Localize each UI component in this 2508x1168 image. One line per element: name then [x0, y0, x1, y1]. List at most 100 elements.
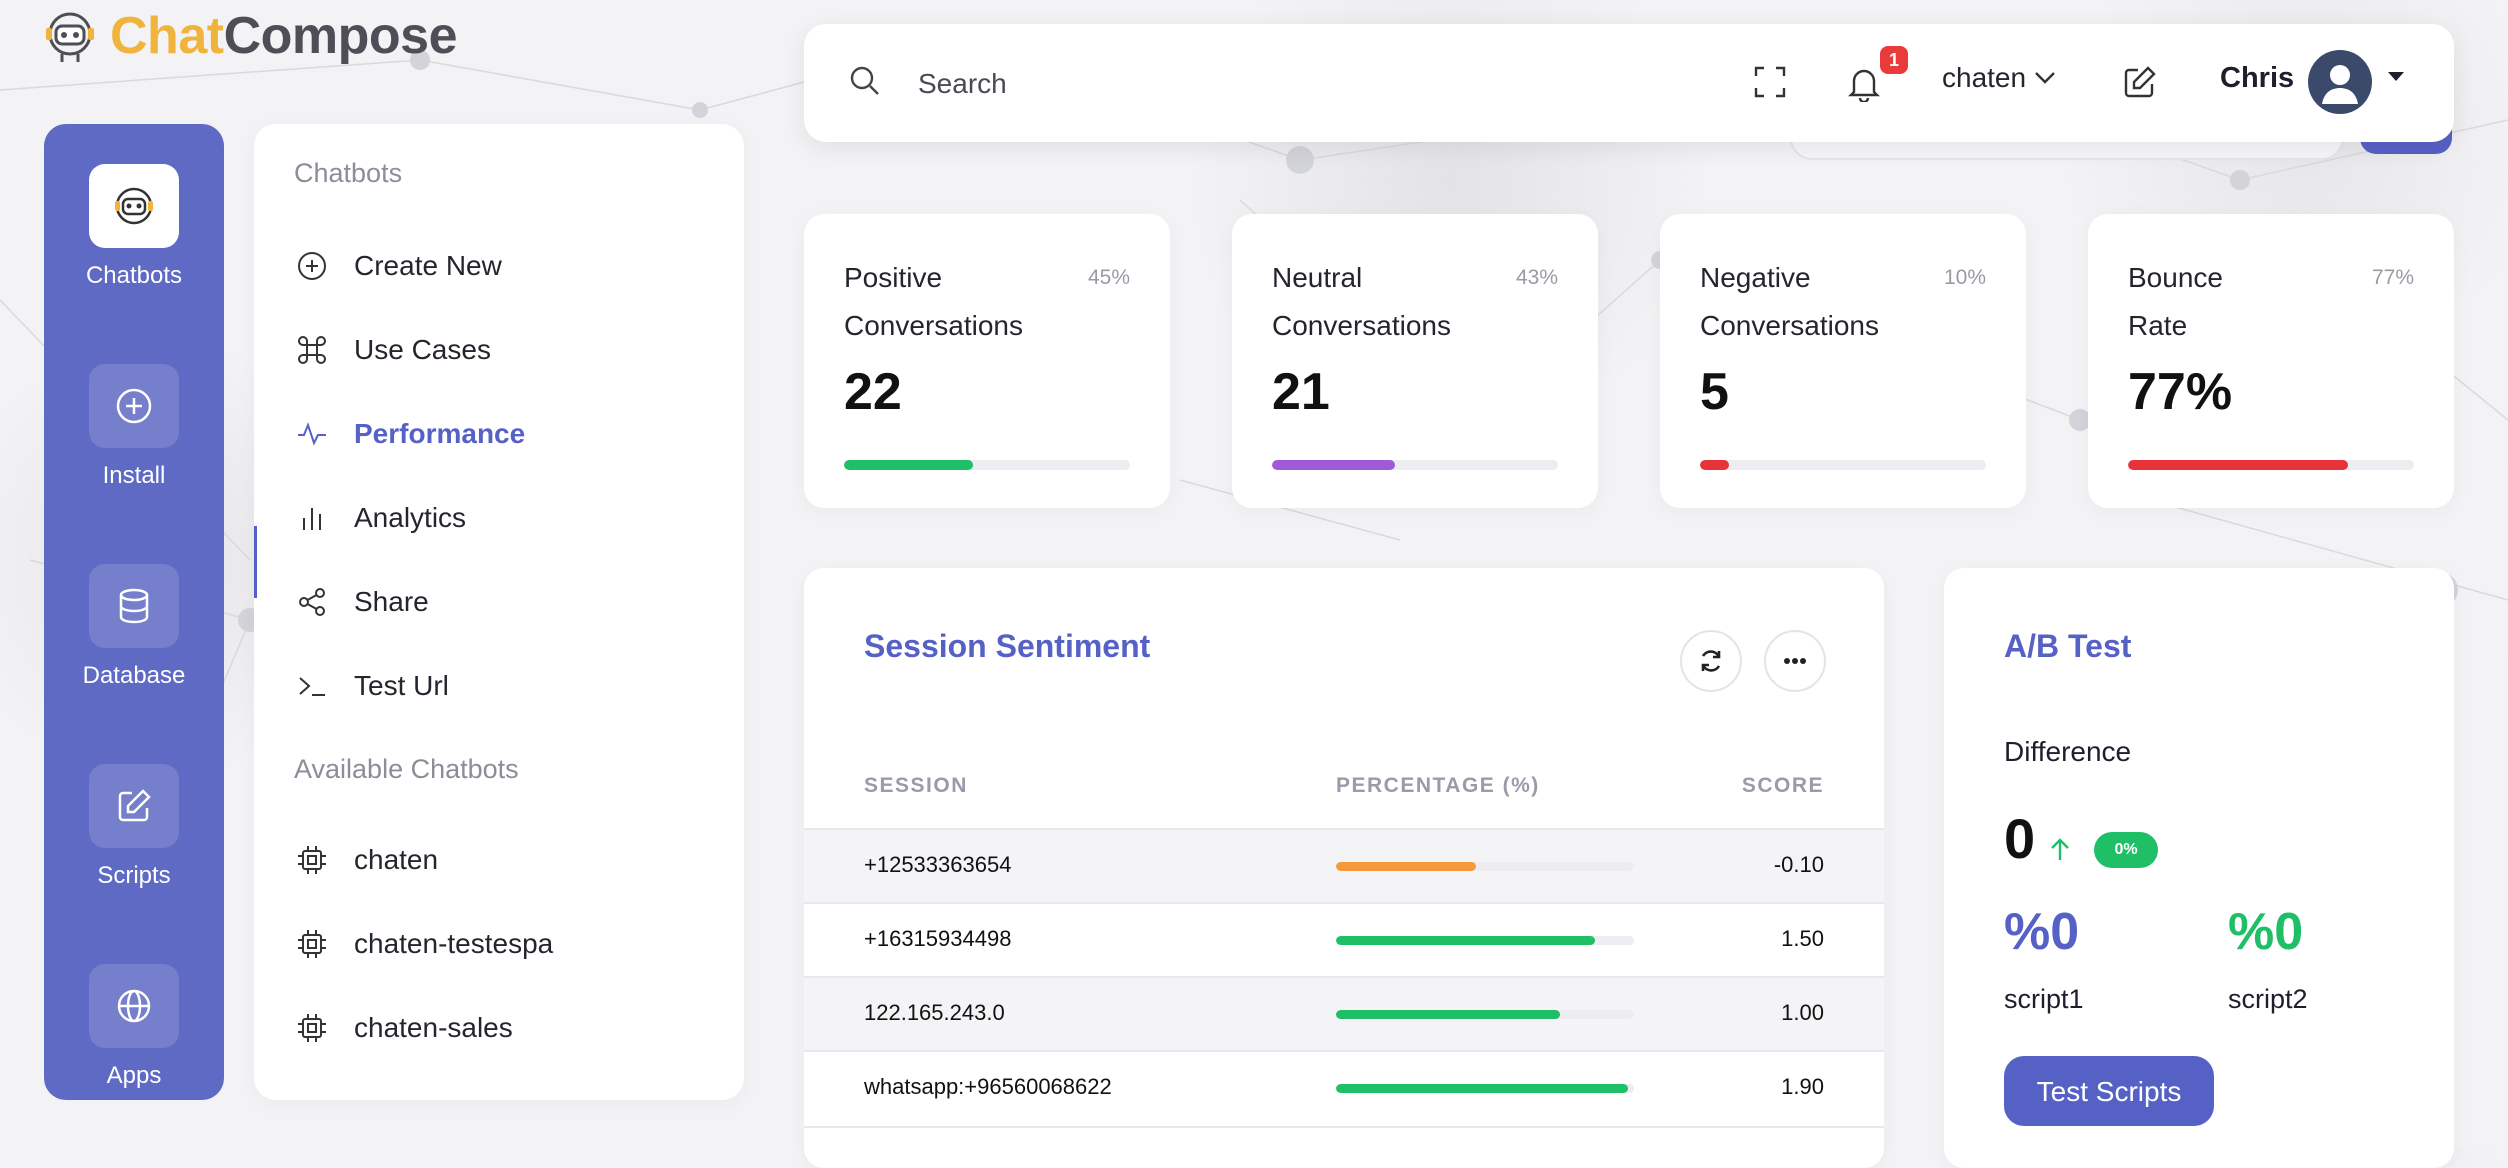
script2-label: script2: [2228, 984, 2308, 1014]
ab-test-card: A/B Test Difference 0 0% %0 %0 script1 s…: [1944, 568, 2454, 1168]
script1-label: script1: [2004, 984, 2084, 1014]
script2-value: %0: [2228, 903, 2304, 961]
rail-icon-box: [89, 564, 179, 648]
stat-percent: 45%: [1087, 266, 1130, 289]
card-title: Session Sentiment: [864, 628, 1151, 664]
percentage-track: [1336, 1010, 1634, 1019]
main-nav-rail: Chatbots Install Database Scripts Apps: [44, 124, 224, 1100]
menu-item-test-url[interactable]: Test Url: [294, 664, 449, 708]
avatar[interactable]: [2308, 50, 2372, 114]
globe-icon: [117, 989, 151, 1023]
database-icon: [119, 588, 149, 624]
table-row[interactable]: +16315934498 1.50: [804, 902, 1884, 978]
test-scripts-button[interactable]: Test Scripts: [2004, 1056, 2214, 1126]
percentage-fill: [1336, 862, 1477, 871]
stat-progress-track: [2128, 460, 2414, 470]
edit-icon[interactable]: [2122, 64, 2158, 100]
stat-title-line2: Conversations: [844, 310, 1023, 341]
workspace-dropdown[interactable]: chaten: [1942, 62, 2056, 94]
menu-item-share[interactable]: Share: [294, 580, 429, 624]
bar-chart-icon: [294, 500, 330, 536]
refresh-button[interactable]: [1680, 630, 1742, 692]
menu-item-analytics[interactable]: Analytics: [294, 496, 466, 540]
stat-value: 77%: [2128, 363, 2233, 421]
menu-item-label: Share: [354, 586, 429, 617]
terminal-icon: [294, 668, 330, 704]
rail-item-scripts[interactable]: Scripts: [44, 764, 224, 890]
menu-item-label: Use Cases: [354, 334, 491, 365]
bell-icon[interactable]: [1846, 64, 1882, 102]
arrow-up-icon: [2051, 838, 2069, 860]
card-title: A/B Test: [2004, 628, 2132, 664]
chatbot-label: chaten-sales: [354, 1012, 513, 1043]
table-row[interactable]: 122.165.243.0 1.00: [804, 976, 1884, 1052]
stat-progress-fill: [844, 460, 973, 470]
menu-item-performance[interactable]: Performance: [294, 412, 525, 456]
stat-value: 21: [1272, 363, 1330, 421]
score-value: -0.10: [1773, 852, 1824, 877]
column-header-percentage[interactable]: PERCENTAGE (%): [1336, 774, 1540, 798]
table-row[interactable]: +12533363654 -0.10: [804, 828, 1884, 904]
chatbot-label: chaten: [354, 844, 439, 875]
percentage-track: [1336, 862, 1634, 871]
score-value: 1.90: [1781, 1074, 1824, 1099]
stat-title-line2: Rate: [2128, 310, 2188, 341]
menu-item-use-cases[interactable]: Use Cases: [294, 328, 491, 372]
rail-item-install[interactable]: Install: [44, 364, 224, 490]
plus-circle-icon: [116, 388, 152, 424]
session-id: whatsapp:+96560068622: [864, 1074, 1112, 1099]
score-value: 1.50: [1781, 926, 1824, 951]
stat-card-positive: Positive Conversations 45% 22: [804, 214, 1170, 508]
rail-item-apps[interactable]: Apps: [44, 964, 224, 1090]
rail-item-database[interactable]: Database: [44, 564, 224, 690]
stat-card-bounce-rate: Bounce Rate 77% 77%: [2088, 214, 2454, 508]
edit-icon: [118, 789, 151, 822]
robot-icon: [115, 187, 153, 225]
app-logo[interactable]: Chat Compose: [40, 4, 457, 68]
chatbot-item[interactable]: chaten-sales: [294, 1006, 513, 1050]
rail-icon-box: [89, 164, 179, 248]
stat-value: 5: [1700, 363, 1729, 421]
stat-value: 22: [844, 363, 902, 421]
user-name[interactable]: Chris: [2220, 62, 2294, 95]
robot-logo-icon: [46, 12, 94, 62]
column-header-score[interactable]: SCORE: [1742, 774, 1824, 798]
stat-title-line2: Conversations: [1272, 310, 1451, 341]
stat-title: Positive Conversations: [844, 254, 1084, 350]
chatbots-submenu: Chatbots Create New Use Cases Performanc…: [254, 124, 744, 1100]
section-title-available-chatbots: Available Chatbots: [294, 754, 519, 784]
plus-circle-icon: [294, 248, 330, 284]
column-header-session[interactable]: SESSION: [864, 774, 968, 798]
rail-label: Scripts: [97, 862, 171, 889]
user-menu-caret[interactable]: [2388, 72, 2404, 81]
fullscreen-icon[interactable]: [1752, 64, 1788, 100]
percentage-track: [1336, 936, 1634, 945]
more-horizontal-icon: [1784, 658, 1806, 664]
percentage-fill: [1336, 1010, 1560, 1019]
chatbot-item[interactable]: chaten-testespa: [294, 922, 553, 966]
stat-title-line2: Conversations: [1700, 310, 1879, 341]
rail-item-chatbots[interactable]: Chatbots: [44, 164, 224, 290]
percentage-fill: [1336, 936, 1596, 945]
menu-item-label: Analytics: [354, 502, 467, 533]
rail-label: Install: [102, 462, 166, 489]
rail-label: Chatbots: [85, 262, 183, 289]
rail-label: Apps: [106, 1062, 162, 1089]
stat-progress-track: [844, 460, 1130, 470]
chatbot-item[interactable]: chaten: [294, 838, 438, 882]
search-input[interactable]: [916, 60, 1620, 108]
percentage-track: [1336, 1084, 1634, 1093]
session-id: +16315934498: [864, 926, 1012, 951]
user-avatar-icon: [2322, 65, 2358, 104]
difference-percent-badge: 0%: [2094, 832, 2158, 868]
menu-item-create-new[interactable]: Create New: [294, 244, 502, 288]
percentage-fill: [1336, 1084, 1629, 1093]
more-options-button[interactable]: [1764, 630, 1826, 692]
stat-title-line1: Positive: [844, 262, 943, 293]
top-bar: 1 chaten Chris: [804, 24, 2454, 142]
stat-percent: 77%: [2371, 266, 2414, 289]
chatbot-item-partial[interactable]: [294, 1090, 354, 1100]
table-row[interactable]: whatsapp:+96560068622 1.90: [804, 1050, 1884, 1128]
cpu-icon: [294, 1010, 330, 1046]
command-icon: [294, 332, 330, 368]
